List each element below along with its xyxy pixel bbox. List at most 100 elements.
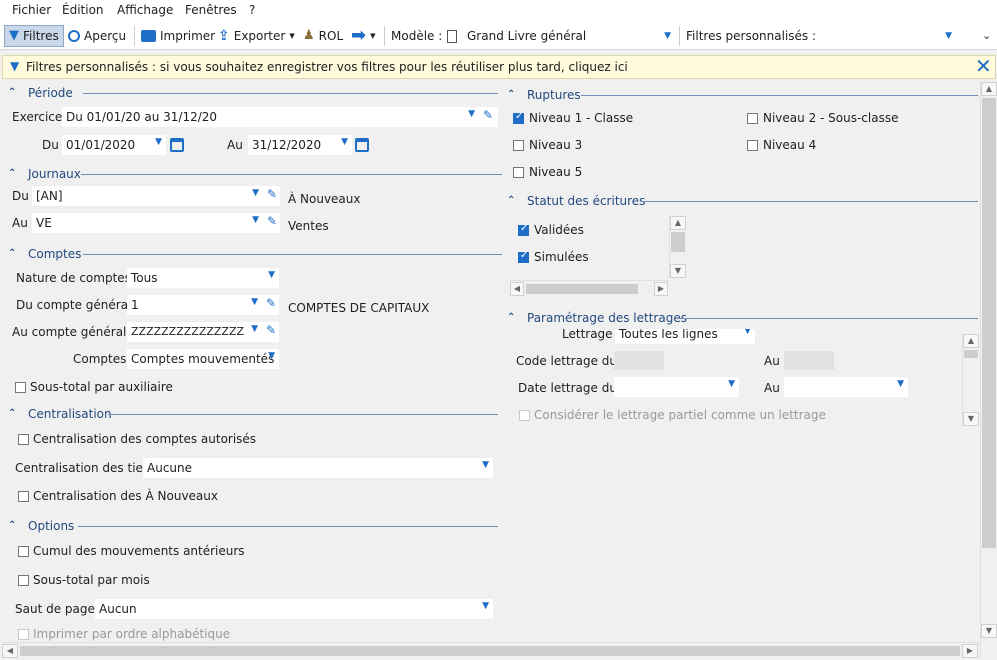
saut-page-select[interactable]: Aucun ▼	[95, 599, 493, 619]
menu-edition[interactable]: Édition	[62, 3, 104, 17]
edit-icon[interactable]: ✎	[267, 187, 277, 201]
journal-au-select[interactable]: VE ▼ ✎	[32, 213, 280, 233]
niveau1-checkbox[interactable]	[513, 111, 524, 124]
scroll-down-icon[interactable]: ▼	[981, 624, 997, 638]
lettrage-partiel-checkbox[interactable]	[519, 410, 530, 421]
info-bar-text: Filtres personnalisés : si vous souhaite…	[26, 60, 628, 74]
section-title: Journaux	[28, 167, 81, 181]
statut-hscroll[interactable]: ◀ ▶	[510, 280, 670, 296]
menu-fichier[interactable]: Fichier	[12, 3, 51, 17]
centralisation-an-label: Centralisation des À Nouveaux	[33, 489, 218, 503]
date-au-input[interactable]: 31/12/2020 ▼	[248, 135, 352, 155]
filtres-perso-select[interactable]: Filtres personnalisés : ▼	[686, 25, 958, 47]
filtres-button[interactable]: ▼ Filtres	[4, 25, 64, 47]
scroll-left-icon[interactable]: ◀	[2, 644, 18, 658]
comptes-select[interactable]: Comptes mouvementés ▼	[127, 349, 279, 369]
niveau3-checkbox[interactable]	[513, 140, 524, 151]
modele-value: Grand Livre général	[467, 29, 587, 43]
date-lettrage-du-input[interactable]: ▼	[614, 377, 739, 397]
edit-icon[interactable]: ✎	[266, 296, 276, 310]
code-lettrage-du-input[interactable]	[614, 351, 664, 370]
menu-help[interactable]: ?	[249, 3, 255, 17]
simulees-checkbox[interactable]	[518, 250, 529, 263]
lettrage-label: Lettrage	[562, 329, 613, 341]
exporter-label: Exporter	[233, 29, 286, 43]
rol-button[interactable]: ♟ ROL	[303, 25, 343, 47]
main-vscroll[interactable]: ▲ ▼	[980, 82, 997, 658]
edit-icon[interactable]: ✎	[267, 214, 277, 228]
sous-total-mois-label: Sous-total par mois	[33, 573, 150, 587]
statut-vscroll[interactable]: ▲ ▼	[669, 216, 686, 278]
modele-select[interactable]: Grand Livre général ▼	[447, 25, 673, 47]
close-icon[interactable]: ✕	[975, 54, 992, 78]
scroll-right-icon[interactable]: ▶	[654, 282, 668, 296]
calendar-icon[interactable]	[170, 138, 184, 152]
calendar-icon[interactable]	[355, 138, 369, 152]
info-bar[interactable]: ▼ Filtres personnalisés : si vous souhai…	[2, 54, 996, 79]
niveau2-checkbox[interactable]	[747, 113, 758, 124]
lettrage-partiel-label: Considérer le lettrage partiel comme un …	[534, 408, 826, 422]
send-button[interactable]: ➡ ▼	[351, 25, 375, 47]
compte-du-desc: COMPTES DE CAPITAUX	[288, 301, 430, 315]
main-hscroll[interactable]: ◀ ▶	[2, 642, 980, 658]
edit-icon[interactable]: ✎	[266, 323, 276, 337]
niveau5-checkbox[interactable]	[513, 167, 524, 178]
toolbar-overflow-button[interactable]: ⌄	[982, 25, 991, 47]
filtres-label: Filtres	[23, 29, 59, 43]
menu-fenetres[interactable]: Fenêtres	[185, 3, 237, 17]
section-title: Ruptures	[527, 88, 581, 102]
lettrage-clip: Lettrage Toutes les lignes ▼	[505, 329, 963, 349]
scroll-down-icon[interactable]: ▼	[963, 412, 979, 426]
ordre-alpha-checkbox[interactable]	[18, 629, 29, 640]
scroll-left-icon[interactable]: ◀	[510, 282, 524, 296]
scroll-down-icon[interactable]: ▼	[670, 264, 686, 278]
centralisation-comptes-checkbox[interactable]	[18, 434, 29, 445]
niveau2-label: Niveau 2 - Sous-classe	[763, 111, 899, 125]
exercice-select[interactable]: Du 01/01/20 au 31/12/20 ▼ ✎	[62, 107, 498, 127]
lettrage-select[interactable]: Toutes les lignes ▼	[615, 329, 755, 344]
section-lettrages[interactable]: ⌃ Paramétrage des lettrages	[507, 311, 978, 326]
imprimer-button[interactable]: Imprimer	[141, 25, 215, 47]
chevron-down-icon: ▼	[252, 188, 259, 198]
journal-au-label: Au	[12, 216, 28, 230]
cumul-checkbox[interactable]	[18, 546, 29, 557]
menu-affichage[interactable]: Affichage	[117, 3, 173, 17]
centralisation-an-checkbox[interactable]	[18, 491, 29, 502]
sous-total-auxiliaire-checkbox[interactable]	[15, 382, 26, 393]
section-comptes[interactable]: ⌃ Comptes	[8, 247, 502, 262]
scroll-up-icon[interactable]: ▲	[981, 82, 997, 96]
chevron-down-icon: ▼	[251, 324, 258, 334]
sous-total-mois-checkbox[interactable]	[18, 575, 29, 586]
scroll-up-icon[interactable]: ▲	[963, 334, 979, 348]
section-statut[interactable]: ⌃ Statut des écritures	[507, 194, 978, 209]
apercu-button[interactable]: Aperçu	[68, 25, 126, 47]
niveau4-checkbox[interactable]	[747, 140, 758, 151]
nature-comptes-select[interactable]: Tous ▼	[127, 268, 279, 288]
lettrage-vscroll[interactable]: ▲ ▼	[962, 334, 979, 426]
code-lettrage-au-input[interactable]	[784, 351, 834, 370]
edit-icon[interactable]: ✎	[483, 108, 493, 122]
section-journaux[interactable]: ⌃ Journaux	[8, 167, 502, 182]
chevron-up-icon: ⌃	[507, 89, 516, 100]
section-centralisation[interactable]: ⌃ Centralisation	[8, 407, 498, 422]
code-lettrage-label: Code lettrage du	[516, 354, 617, 368]
section-periode[interactable]: ⌃ Période	[8, 86, 498, 101]
compte-au-select[interactable]: ZZZZZZZZZZZZZZZ ▼ ✎	[127, 322, 279, 342]
filter-panel: ⌃ Période Exercice Du 01/01/20 au 31/12/…	[0, 82, 980, 641]
chevron-down-icon: ▼	[341, 137, 348, 147]
date-du-input[interactable]: 01/01/2020 ▼	[62, 135, 166, 155]
compte-du-select[interactable]: 1 ▼ ✎	[127, 295, 279, 315]
section-options[interactable]: ⌃ Options	[8, 519, 498, 534]
scroll-up-icon[interactable]: ▲	[670, 216, 686, 230]
section-ruptures[interactable]: ⌃ Ruptures	[507, 88, 978, 103]
centralisation-tiers-select[interactable]: Aucune ▼	[143, 458, 493, 478]
niveau3-label: Niveau 3	[529, 138, 583, 152]
scroll-right-icon[interactable]: ▶	[962, 644, 978, 658]
chevron-up-icon: ⌃	[8, 520, 17, 531]
modele-label: Modèle :	[391, 29, 443, 43]
date-lettrage-label: Date lettrage du	[518, 381, 617, 395]
validees-checkbox[interactable]	[518, 223, 529, 236]
exporter-button[interactable]: ⇪ Exporter ▼	[218, 25, 295, 47]
date-lettrage-au-input[interactable]: ▼	[784, 377, 908, 397]
journal-du-select[interactable]: [AN] ▼ ✎	[32, 186, 280, 206]
